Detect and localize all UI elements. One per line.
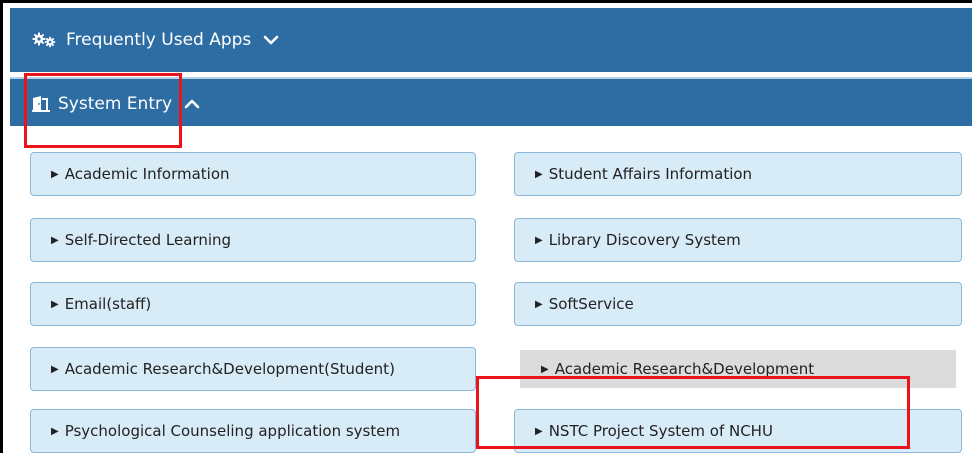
tile-label: NSTC Project System of NCHU (548, 422, 773, 440)
triangle-right-icon: ▶ (51, 425, 59, 437)
chevron-down-icon (263, 34, 279, 46)
tile-psychological-counseling[interactable]: ▶ Psychological Counseling application s… (30, 409, 476, 453)
triangle-right-icon: ▶ (535, 168, 543, 180)
tile-label: Library Discovery System (548, 231, 741, 249)
chevron-up-icon (184, 98, 200, 110)
frame-top-border (0, 0, 972, 3)
tile-email-staff[interactable]: ▶ Email(staff) (30, 282, 476, 326)
tile-nstc-project-system[interactable]: ▶ NSTC Project System of NCHU (514, 409, 962, 453)
system-entry-label: System Entry (58, 93, 173, 114)
triangle-right-icon: ▶ (51, 168, 59, 180)
tile-label: SoftService (548, 295, 634, 313)
system-entry-panel: ▶ Academic Information ▶ Student Affairs… (10, 126, 972, 453)
tile-label: Psychological Counseling application sys… (64, 422, 401, 440)
tile-label: Self-Directed Learning (64, 231, 232, 249)
triangle-right-icon: ▶ (51, 234, 59, 246)
frequently-used-apps-header[interactable]: Frequently Used Apps (10, 8, 972, 72)
tile-academic-information[interactable]: ▶ Academic Information (30, 152, 476, 196)
triangle-right-icon: ▶ (535, 298, 543, 310)
tile-self-directed-learning[interactable]: ▶ Self-Directed Learning (30, 218, 476, 262)
tile-academic-rd[interactable]: ▶ Academic Research&Development (520, 350, 956, 388)
triangle-right-icon: ▶ (535, 234, 543, 246)
tile-label: Student Affairs Information (548, 165, 753, 183)
tile-label: Academic Research&Development (554, 360, 815, 378)
tile-academic-rd-student[interactable]: ▶ Academic Research&Development(Student) (30, 347, 476, 391)
triangle-right-icon: ▶ (51, 298, 59, 310)
tile-student-affairs-information[interactable]: ▶ Student Affairs Information (514, 152, 962, 196)
triangle-right-icon: ▶ (535, 425, 543, 437)
gears-icon (32, 32, 58, 48)
door-entry-icon (32, 95, 50, 112)
triangle-right-icon: ▶ (541, 363, 549, 375)
tile-library-discovery-system[interactable]: ▶ Library Discovery System (514, 218, 962, 262)
frequently-used-apps-label: Frequently Used Apps (66, 30, 252, 50)
system-entry-header[interactable]: System Entry (10, 77, 972, 128)
frame-left-border (0, 0, 3, 453)
tile-label: Academic Information (64, 165, 230, 183)
tile-label: Academic Research&Development(Student) (64, 360, 395, 378)
tile-softservice[interactable]: ▶ SoftService (514, 282, 962, 326)
triangle-right-icon: ▶ (51, 363, 59, 375)
tile-label: Email(staff) (64, 295, 152, 313)
